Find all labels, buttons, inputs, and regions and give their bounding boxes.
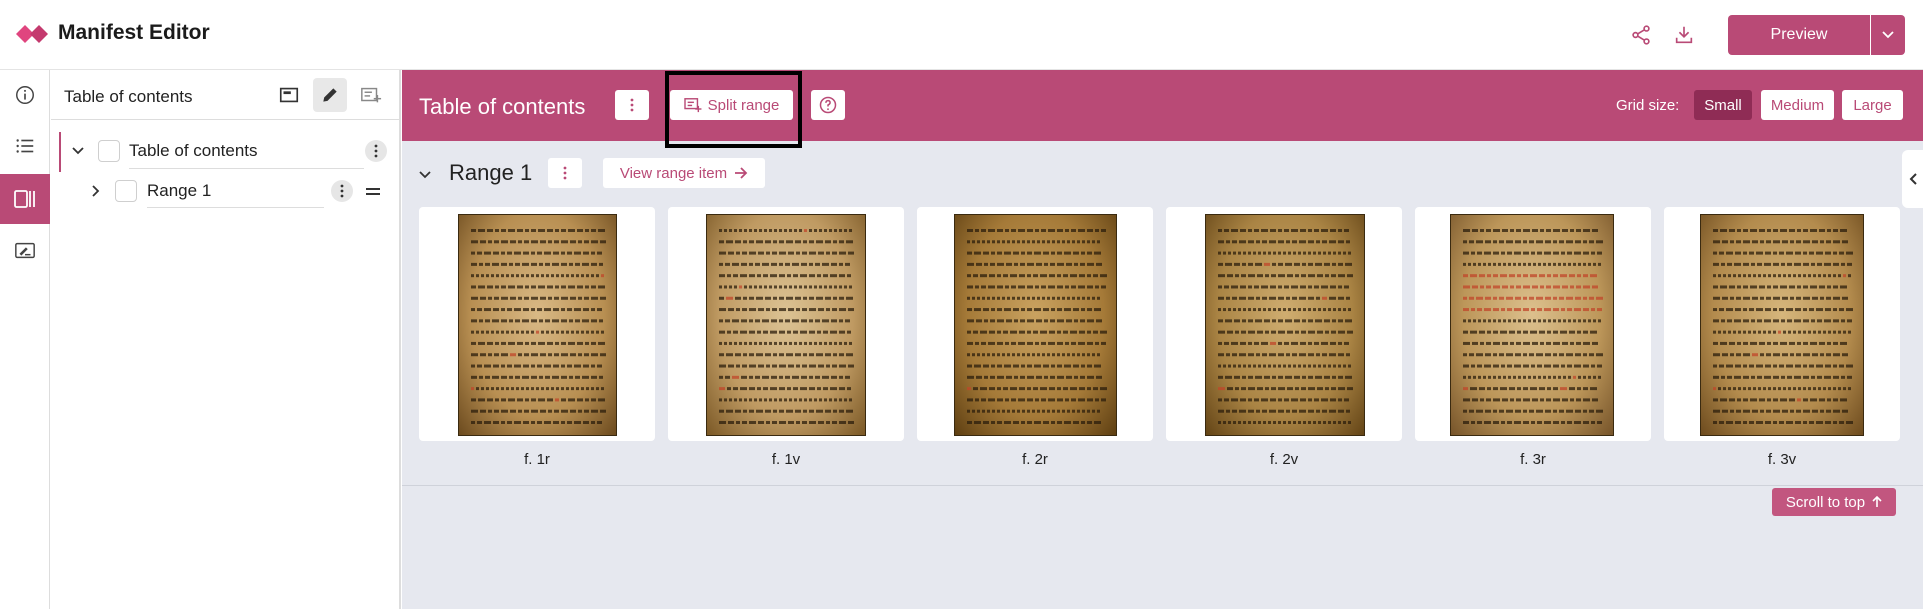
more-vertical-icon <box>563 166 567 180</box>
panel-header: Table of contents <box>51 70 401 120</box>
chevron-down-icon <box>419 171 431 179</box>
main-content: Table of contents Split range Grid size:… <box>402 70 1923 609</box>
canvas-label: f. 1r <box>524 451 550 468</box>
table-of-contents-panel: Table of contents Table of contents Rang… <box>51 70 401 609</box>
manuscript-text-lines <box>1713 229 1853 424</box>
more-vertical-icon <box>630 98 634 112</box>
rail-info-button[interactable] <box>0 70 50 120</box>
tree-item-menu-button[interactable] <box>331 180 353 202</box>
drag-handle-icon <box>366 188 380 195</box>
main-menu-button[interactable] <box>615 90 649 120</box>
download-button[interactable] <box>1666 17 1702 53</box>
pencil-icon <box>323 88 337 102</box>
view-range-item-label: View range item <box>619 164 728 182</box>
grid-size-large-button[interactable]: Large <box>1842 90 1903 120</box>
panel-view-icon <box>279 87 299 103</box>
more-vertical-icon <box>374 144 378 158</box>
panel-add-range-button[interactable] <box>354 78 388 112</box>
grid-size-small-button[interactable]: Small <box>1694 90 1752 120</box>
canvas-label: f. 3v <box>1767 451 1797 468</box>
manuscript-page-image <box>1205 214 1365 436</box>
tree-item-range-1[interactable]: Range 1 <box>51 172 401 210</box>
help-icon <box>819 96 837 114</box>
tree-item-menu-button[interactable] <box>365 140 387 162</box>
rail-annotation-button[interactable] <box>0 226 50 276</box>
view-range-item-button[interactable]: View range item <box>603 158 765 188</box>
panel-title: Table of contents <box>64 87 193 106</box>
tree-checkbox[interactable] <box>98 140 120 162</box>
main-header: Table of contents Split range Grid size:… <box>402 70 1923 148</box>
manuscript-text-lines <box>719 229 854 424</box>
manifest-editor-app: Manifest Editor Preview Table of content… <box>0 0 1923 609</box>
chevron-down-icon <box>72 147 84 155</box>
preview-dropdown-button[interactable] <box>1871 15 1905 55</box>
range-collapse-toggle[interactable] <box>419 166 431 184</box>
annotation-icon <box>15 242 35 259</box>
canvas-label: f. 2r <box>1022 451 1048 468</box>
download-icon <box>1675 26 1693 44</box>
range-title: Range 1 <box>449 160 533 185</box>
preview-button[interactable]: Preview <box>1728 15 1870 55</box>
canvas-label: f. 1v <box>771 451 801 468</box>
manuscript-page-image <box>1450 214 1614 436</box>
top-bar: Manifest Editor Preview <box>0 0 1923 70</box>
canvas-thumbnail-card[interactable] <box>419 207 655 441</box>
sidebar-rail <box>0 70 50 609</box>
manuscript-text-lines <box>967 229 1107 424</box>
selected-indicator <box>59 132 61 172</box>
logo-icon <box>16 25 48 43</box>
more-vertical-icon <box>340 184 344 198</box>
canvas-label: f. 3r <box>1520 451 1546 468</box>
manuscript-page-image <box>954 214 1117 436</box>
app-title: Manifest Editor <box>58 21 210 44</box>
canvas-thumbnail-card[interactable] <box>668 207 904 441</box>
tree-divider <box>147 207 324 208</box>
section-divider <box>402 485 1923 486</box>
manuscript-page-image <box>458 214 617 436</box>
grid-size-medium-button[interactable]: Medium <box>1761 90 1834 120</box>
info-icon <box>16 86 34 104</box>
manuscript-text-lines <box>1463 229 1603 424</box>
highlight-frame <box>665 71 802 148</box>
chevron-right-icon <box>92 185 100 197</box>
tree-item-table-of-contents[interactable]: Table of contents <box>51 132 401 172</box>
rail-ranges-button[interactable] <box>0 174 50 224</box>
drag-handle[interactable] <box>365 184 381 202</box>
grid-size-label: Grid size: <box>1616 97 1680 114</box>
manuscript-page-image <box>1700 214 1864 436</box>
tree-item-label: Table of contents <box>129 141 258 160</box>
tree-item-label: Range 1 <box>147 181 212 200</box>
scroll-to-top-button[interactable]: Scroll to top <box>1772 488 1896 516</box>
panel-edit-button[interactable] <box>313 78 347 112</box>
collapse-side-panel-button[interactable] <box>1902 150 1923 208</box>
arrow-up-icon <box>1872 496 1882 507</box>
canvas-label: f. 2v <box>1269 451 1299 468</box>
expand-toggle[interactable] <box>88 183 104 199</box>
rail-list-button[interactable] <box>0 121 50 171</box>
tree-checkbox[interactable] <box>115 180 137 202</box>
help-button[interactable] <box>811 90 845 120</box>
manuscript-text-lines <box>1218 229 1353 424</box>
scroll-to-top-label: Scroll to top <box>1785 493 1866 511</box>
canvas-thumbnail-card[interactable] <box>1664 207 1900 441</box>
chevron-left-icon <box>1909 173 1917 185</box>
expand-toggle[interactable] <box>70 143 86 159</box>
arrow-right-icon <box>735 167 748 179</box>
share-icon <box>1632 25 1650 45</box>
share-button[interactable] <box>1623 17 1659 53</box>
manuscript-text-lines <box>471 229 606 424</box>
add-range-icon <box>361 87 382 103</box>
panel-view-button[interactable] <box>272 78 306 112</box>
list-icon <box>16 139 34 153</box>
main-title: Table of contents <box>419 94 586 119</box>
tree-divider <box>129 168 364 169</box>
range-menu-button[interactable] <box>548 158 582 188</box>
canvas-thumbnail-card[interactable] <box>917 207 1153 441</box>
canvas-thumbnail-card[interactable] <box>1415 207 1651 441</box>
range-panel-icon <box>14 190 35 208</box>
chevron-down-icon <box>1882 31 1894 39</box>
canvas-thumbnail-card[interactable] <box>1166 207 1402 441</box>
manuscript-page-image <box>706 214 866 436</box>
